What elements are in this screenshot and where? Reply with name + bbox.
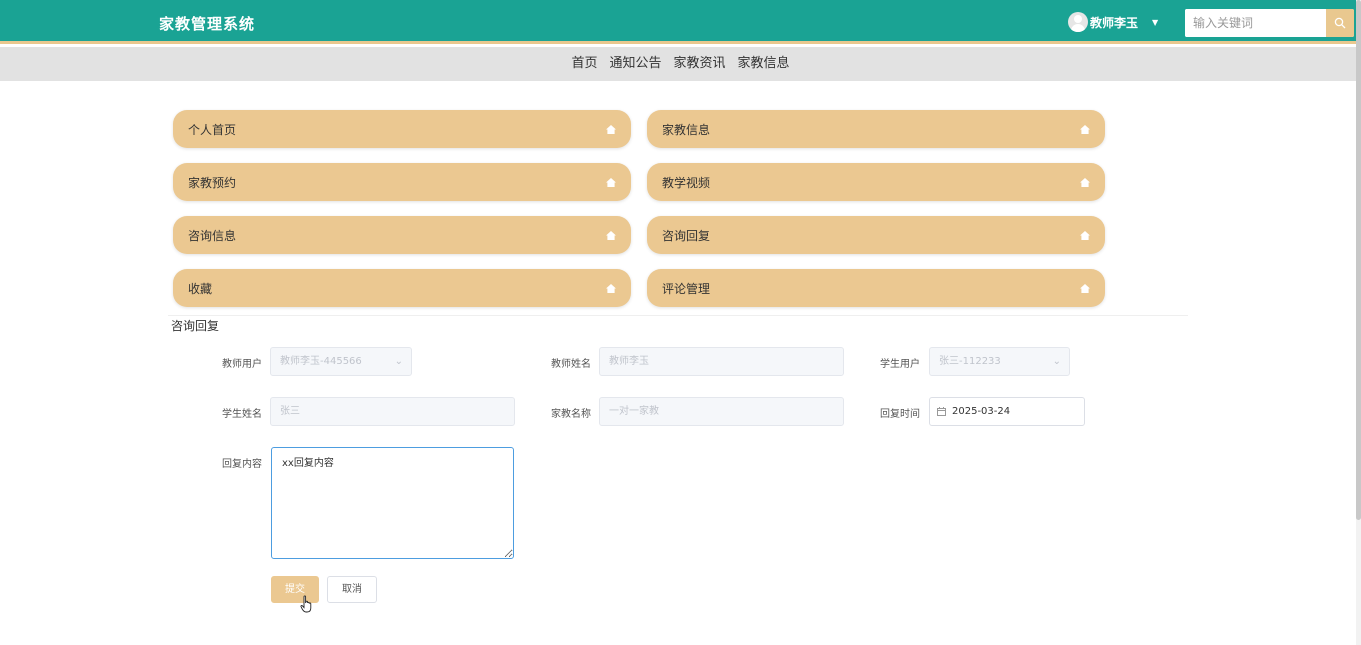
top-bar: 家教管理系统 教师李玉 ▼ — [0, 0, 1361, 44]
home-icon — [1080, 125, 1090, 134]
menu-item-label: 收藏 — [188, 282, 213, 296]
tutor-name-label: 家教名称 — [551, 409, 591, 420]
menu-item-label: 个人首页 — [188, 123, 237, 137]
student-user-value: 张三-112233 — [939, 356, 1001, 367]
menu-item-label: 咨询信息 — [188, 229, 237, 243]
menu-item-booking[interactable]: 家教预约 — [173, 163, 631, 201]
reply-content-textarea[interactable]: xx回复内容 — [271, 447, 514, 559]
menu-item-label: 家教预约 — [188, 176, 237, 190]
menu-item-comments[interactable]: 评论管理 — [647, 269, 1105, 307]
menu-item-label: 教学视频 — [662, 176, 711, 190]
menu-item-tutor-info[interactable]: 家教信息 — [647, 110, 1105, 148]
avatar — [1068, 12, 1088, 32]
menu-item-label: 家教信息 — [662, 123, 711, 137]
reply-time-label: 回复时间 — [880, 409, 920, 420]
student-name-value: 张三 — [280, 406, 300, 417]
menu-item-label: 评论管理 — [662, 282, 711, 296]
menu-item-personal-home[interactable]: 个人首页 — [173, 110, 631, 148]
cancel-button[interactable]: 取消 — [327, 576, 377, 603]
chevron-down-icon: ⌄ — [394, 356, 403, 367]
teacher-user-value: 教师李玉-445566 — [280, 356, 362, 367]
search-input[interactable] — [1185, 9, 1326, 37]
reply-time-value: 2025-03-24 — [952, 406, 1011, 417]
menu-item-teaching-video[interactable]: 教学视频 — [647, 163, 1105, 201]
user-name: 教师李玉 — [1090, 15, 1139, 30]
home-icon — [606, 284, 616, 293]
site-title: 家教管理系统 — [159, 15, 256, 33]
nav-notices[interactable]: 通知公告 — [609, 47, 661, 81]
teacher-name-field[interactable]: 教师李玉 — [599, 347, 844, 376]
reply-time-picker[interactable]: 2025-03-24 — [929, 397, 1085, 426]
hand-cursor-icon — [300, 595, 312, 613]
teacher-name-value: 教师李玉 — [609, 356, 649, 367]
home-icon — [1080, 178, 1090, 187]
home-icon — [1080, 231, 1090, 240]
teacher-user-label: 教师用户 — [222, 359, 262, 370]
menu-item-favorites[interactable]: 收藏 — [173, 269, 631, 307]
nav-home[interactable]: 首页 — [571, 47, 597, 81]
search-box — [1185, 9, 1354, 37]
home-icon — [1080, 284, 1090, 293]
scrollbar-thumb[interactable] — [1356, 0, 1361, 520]
menu-item-label: 咨询回复 — [662, 229, 711, 243]
user-menu[interactable]: 教师李玉 ▼ — [1068, 12, 1158, 32]
student-name-label: 学生姓名 — [222, 409, 262, 420]
section-title: 咨询回复 — [171, 319, 220, 333]
nav-tutor-info[interactable]: 家教信息 — [738, 47, 790, 81]
tutor-name-value: 一对一家教 — [609, 406, 659, 417]
divider — [168, 315, 1188, 316]
student-name-field[interactable]: 张三 — [270, 397, 515, 426]
caret-down-icon: ▼ — [1152, 17, 1159, 27]
student-user-select[interactable]: 张三-112233 ⌄ — [929, 347, 1070, 376]
menu-item-consult-info[interactable]: 咨询信息 — [173, 216, 631, 254]
nav-bar: 首页 通知公告 家教资讯 家教信息 — [0, 47, 1361, 81]
calendar-icon — [937, 407, 946, 416]
home-icon — [606, 125, 616, 134]
home-icon — [606, 178, 616, 187]
search-icon — [1334, 17, 1346, 29]
teacher-user-select[interactable]: 教师李玉-445566 ⌄ — [270, 347, 412, 376]
menu-item-consult-reply[interactable]: 咨询回复 — [647, 216, 1105, 254]
chevron-down-icon: ⌄ — [1052, 356, 1061, 367]
search-button[interactable] — [1326, 9, 1354, 37]
tutor-name-field[interactable]: 一对一家教 — [599, 397, 844, 426]
scrollbar[interactable] — [1356, 0, 1361, 645]
reply-content-label: 回复内容 — [222, 459, 262, 470]
student-user-label: 学生用户 — [880, 359, 920, 370]
teacher-name-label: 教师姓名 — [551, 359, 591, 370]
nav-news[interactable]: 家教资讯 — [674, 47, 726, 81]
home-icon — [606, 231, 616, 240]
